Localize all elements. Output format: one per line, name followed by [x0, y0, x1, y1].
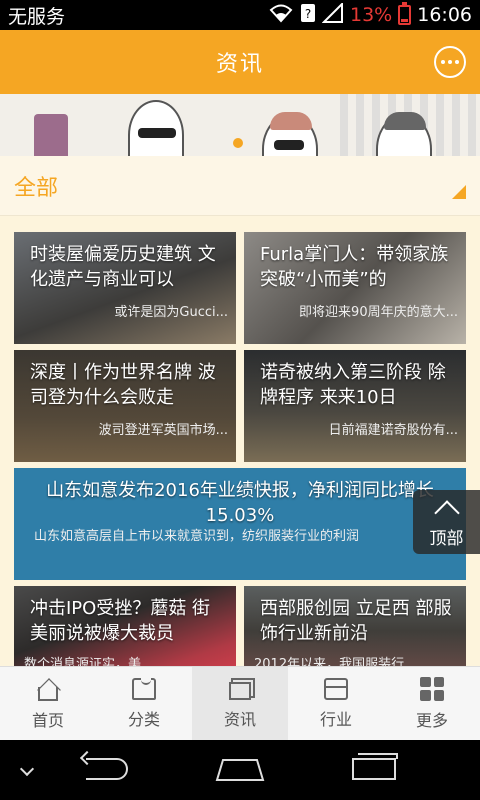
featured-news-card[interactable]: 山东如意发布2016年业绩快报，净利润同比增长15.03% 山东如意高层自上市以… [14, 468, 466, 580]
dropdown-triangle-icon[interactable] [452, 184, 466, 199]
nav-item-home[interactable]: 首页 [0, 667, 96, 740]
battery-icon [398, 2, 412, 25]
app-header: 资讯 [0, 30, 480, 94]
news-title: 冲击IPO受挫？蘑菇 街美丽说被爆大裁员 [30, 598, 211, 644]
news-summary: 山东如意高层自上市以来就意识到，纺织服装行业的利润 [34, 529, 360, 544]
illustration-figure [128, 100, 184, 156]
bottom-nav: 首页 分类 资讯 行业 更多 [0, 666, 480, 740]
chevron-down-icon[interactable] [19, 761, 35, 777]
category-label: 全部 [14, 175, 59, 201]
shop-icon [324, 677, 348, 700]
news-card[interactable]: 冲击IPO受挫？蘑菇 街美丽说被爆大裁员 数个消息源证实，美... [14, 586, 236, 666]
carrier-label: 无服务 [8, 5, 66, 28]
svg-text:?: ? [305, 7, 311, 21]
news-card[interactable]: 西部服创园 立足西 部服饰行业新前沿 2012年以来，我国服装行... [244, 586, 466, 666]
brand-logo-illustration [34, 114, 68, 156]
news-summary: 日前福建诺奇股份有... [328, 423, 458, 438]
news-card[interactable]: Furla掌门人：带领家族突破“小而美”的 即将迎来90周年庆的意大... [244, 232, 466, 344]
message-icon[interactable] [434, 46, 466, 78]
nav-label: 更多 [415, 710, 448, 730]
back-to-top-label: 顶部 [429, 528, 464, 549]
category-filter[interactable]: 全部 [0, 156, 480, 216]
news-title: 诺奇被纳入第三阶段 除牌程序 来来10日 [260, 362, 446, 408]
grid-icon [420, 676, 444, 701]
chevron-up-icon [433, 499, 460, 526]
news-list: 时装屋偏爱历史建筑 文化遗产与商业可以 或许是因为Gucci... Furla掌… [0, 216, 480, 666]
news-summary: 波司登进军英国市场... [98, 423, 228, 438]
clock: 16:06 [417, 4, 472, 26]
illustration-figure [262, 112, 318, 156]
page-title: 资讯 [215, 52, 264, 77]
illustration-figure [376, 112, 432, 156]
news-title: Furla掌门人：带领家族突破“小而美”的 [260, 244, 449, 290]
news-summary: 数个消息源证实，美... [24, 657, 154, 666]
nav-label: 行业 [319, 709, 352, 729]
nav-item-industry[interactable]: 行业 [288, 667, 384, 740]
status-icons: ? 13% 16:06 [268, 1, 472, 28]
wifi-icon [268, 3, 294, 28]
news-card[interactable]: 深度丨作为世界名牌 波司登为什么会败走 波司登进军英国市场... [14, 350, 236, 462]
back-icon[interactable] [86, 758, 128, 780]
shirt-icon [132, 677, 156, 700]
home-icon [38, 686, 58, 701]
nav-label: 首页 [31, 710, 64, 730]
news-summary: 或许是因为Gucci... [114, 305, 228, 320]
news-title: 山东如意发布2016年业绩快报，净利润同比增长15.03% [46, 480, 434, 526]
nav-item-category[interactable]: 分类 [96, 667, 192, 740]
nav-label: 资讯 [223, 709, 256, 729]
news-title: 时装屋偏爱历史建筑 文化遗产与商业可以 [30, 244, 216, 290]
system-nav-bar [0, 740, 480, 800]
signal-icon [321, 1, 344, 28]
news-title: 西部服创园 立足西 部服饰行业新前沿 [260, 598, 452, 644]
status-bar: 无服务 ? 13% 16:06 [0, 0, 480, 30]
banner-carousel[interactable] [0, 94, 480, 156]
back-to-top-button[interactable]: 顶部 [413, 490, 480, 554]
system-home-icon[interactable] [215, 758, 265, 781]
news-card[interactable]: 诺奇被纳入第三阶段 除牌程序 来来10日 日前福建诺奇股份有... [244, 350, 466, 462]
sim-alert-icon: ? [300, 3, 316, 28]
carousel-indicator[interactable] [233, 138, 243, 148]
news-summary: 即将迎来90周年庆的意大... [299, 305, 458, 320]
news-card[interactable]: 时装屋偏爱历史建筑 文化遗产与商业可以 或许是因为Gucci... [14, 232, 236, 344]
battery-percent: 13% [350, 4, 393, 26]
nav-item-news[interactable]: 资讯 [192, 667, 288, 740]
news-title: 深度丨作为世界名牌 波司登为什么会败走 [30, 362, 216, 408]
nav-item-more[interactable]: 更多 [384, 667, 480, 740]
nav-label: 分类 [127, 709, 160, 729]
recent-apps-icon[interactable] [352, 753, 398, 780]
news-icon [229, 681, 251, 700]
news-summary: 2012年以来，我国服装行... [254, 657, 417, 666]
